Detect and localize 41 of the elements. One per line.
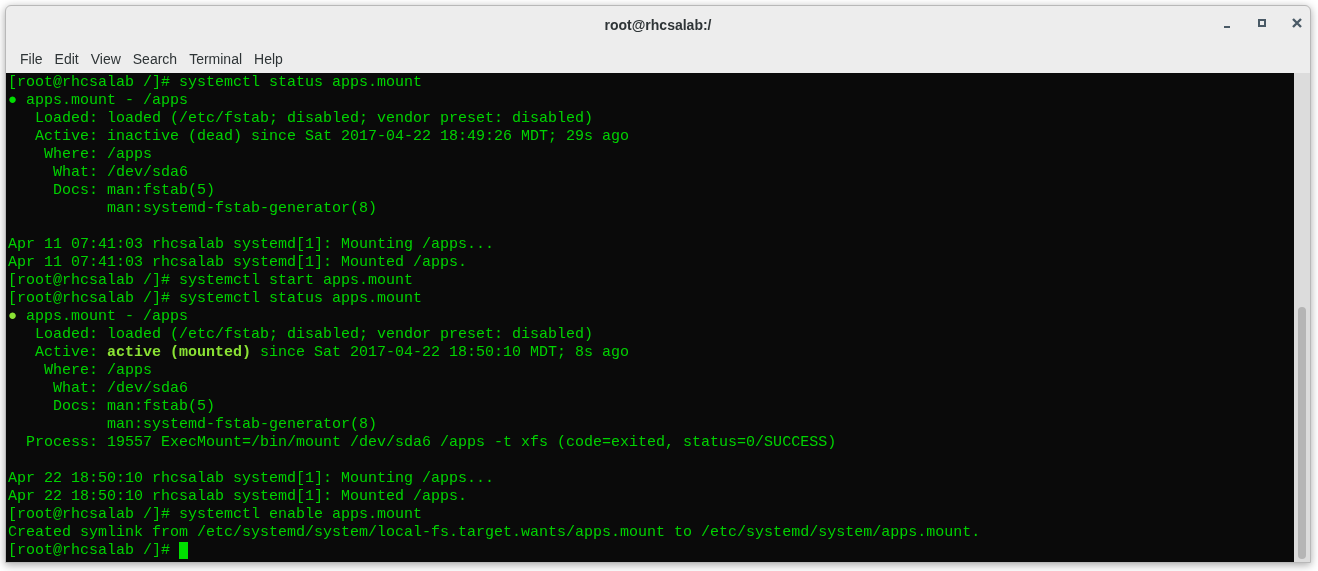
status-dot: ●	[8, 308, 17, 326]
menu-item[interactable]: View	[84, 49, 127, 69]
close-icon	[1292, 18, 1302, 28]
terminal-text: Docs: man:fstab(5)	[52, 182, 216, 200]
terminal-text: man:systemd-fstab-generator(8)	[106, 416, 378, 434]
terminal-area[interactable]	[6, 73, 1294, 562]
terminal-text: Apr 11 07:41:03 rhcsalab systemd[1]: Mounting /apps...	[8, 236, 495, 254]
menu-item[interactable]: Terminal	[183, 49, 249, 69]
terminal-text: Process: 19557 ExecMount=/bin/mount /dev/sda6 /apps -t xfs (code=exited, status=0/SUCCESS)	[25, 434, 837, 452]
terminal-text: man:systemd-fstab-generator(8)	[106, 200, 378, 218]
window-title: root@rhcsalab:/	[604, 16, 712, 35]
menu-item[interactable]: File	[14, 49, 49, 69]
status-dot: ●	[8, 92, 17, 110]
terminal-text: Apr 22 18:50:10 rhcsalab systemd[1]: Mounted /apps.	[8, 488, 468, 506]
terminal-text: Created symlink from /etc/systemd/system/local-fs.target.wants/apps.mount to /etc/systemd/system/apps.mount.	[8, 524, 981, 542]
maximize-button[interactable]	[1258, 19, 1266, 27]
terminal-text: apps.mount - /apps	[25, 92, 189, 110]
terminal-text: Where: /apps	[43, 146, 153, 164]
terminal-text: Apr 11 07:41:03 rhcsalab systemd[1]: Mounted /apps.	[8, 254, 468, 272]
status-text: active (mounted)	[107, 344, 252, 362]
terminal-text: Loaded: loaded (/etc/fstab; disabled; vendor preset: disabled)	[34, 326, 594, 344]
close-button[interactable]	[1292, 18, 1302, 28]
terminal-text: What: /dev/sda6	[52, 164, 189, 182]
terminal-text: [root@rhcsalab /]# systemctl status apps.mount	[8, 74, 423, 92]
terminal-text: Loaded: loaded (/etc/fstab; disabled; vendor preset: disabled)	[34, 110, 594, 128]
scrollbar-thumb[interactable]	[1298, 307, 1306, 559]
menu-item[interactable]: Search	[126, 49, 184, 69]
terminal-text: What: /dev/sda6	[52, 380, 189, 398]
terminal-text: Active: inactive (dead) since Sat 2017-04-22 18:49:26 MDT; 29s ago	[34, 128, 630, 146]
terminal-text: [root@rhcsalab /]#	[8, 542, 172, 560]
menu-item[interactable]: Edit	[48, 49, 85, 69]
terminal-text: [root@rhcsalab /]# systemctl start apps.mount	[8, 272, 414, 290]
terminal-text: Docs: man:fstab(5)	[52, 398, 216, 416]
terminal-text: [root@rhcsalab /]# systemctl status apps.mount	[8, 290, 423, 308]
terminal-text: Where: /apps	[43, 362, 153, 380]
terminal-text: since Sat 2017-04-22 18:50:10 MDT; 8s ago	[259, 344, 630, 362]
terminal-text: [root@rhcsalab /]# systemctl enable apps.mount	[8, 506, 423, 524]
menu-item[interactable]: Help	[248, 49, 289, 69]
terminal-text: Active:	[34, 344, 99, 362]
terminal-text: Apr 22 18:50:10 rhcsalab systemd[1]: Mounting /apps...	[8, 470, 495, 488]
terminal-text: apps.mount - /apps	[25, 308, 189, 326]
